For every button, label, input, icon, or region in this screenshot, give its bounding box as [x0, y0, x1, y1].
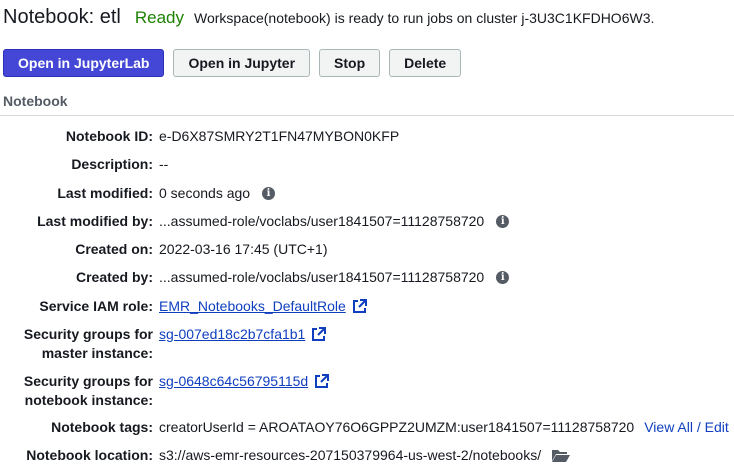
detail-row-sg-notebook: Security groups for notebook instance: s… [0, 372, 734, 410]
last-modified-value-wrap: 0 seconds ago i [159, 184, 276, 203]
detail-row-service-role: Service IAM role: EMR_Notebooks_DefaultR… [0, 297, 734, 316]
external-link-icon[interactable] [311, 327, 327, 342]
detail-row-created-by: Created by: ...assumed-role/voclabs/user… [0, 268, 734, 287]
page-header: Notebook: etl Ready Workspace(notebook) … [3, 6, 654, 36]
action-toolbar: Open in JupyterLab Open in Jupyter Stop … [3, 49, 462, 77]
location-value: s3://aws-emr-resources-207150379964-us-w… [159, 447, 542, 463]
sg-master-link[interactable]: sg-007ed18c2b7cfa1b1 [159, 325, 305, 344]
section-title: Notebook [3, 93, 68, 109]
detail-row-sg-master: Security groups for master instance: sg-… [0, 325, 734, 363]
detail-row-tags: Notebook tags: creatorUserId = AROATAOY7… [0, 418, 734, 437]
sg-notebook-label-line-1: Security groups for [23, 373, 153, 389]
tag-separator: / [693, 419, 705, 435]
detail-row-notebook-id: Notebook ID: e-D6X87SMRY2T1FN47MYBON0KFP [0, 127, 734, 146]
description-label: Description: [71, 156, 153, 172]
sg-master-value-wrap: sg-007ed18c2b7cfa1b1 [159, 325, 327, 363]
detail-row-last-modified-by: Last modified by: ...assumed-role/voclab… [0, 212, 734, 231]
stop-button[interactable]: Stop [319, 49, 381, 77]
service-role-value-wrap: EMR_Notebooks_DefaultRole [159, 297, 367, 316]
tags-value: creatorUserId = AROATAOY76O6GPPZ2UMZM:us… [159, 419, 635, 435]
description-value: -- [159, 156, 169, 172]
info-icon[interactable]: i [496, 215, 510, 228]
notebook-id-label: Notebook ID: [65, 128, 153, 144]
created-by-value-wrap: ...assumed-role/voclabs/user1841507=1112… [159, 268, 510, 287]
delete-button[interactable]: Delete [389, 49, 462, 77]
created-by-value: ...assumed-role/voclabs/user1841507=1112… [159, 269, 485, 285]
last-modified-by-value-wrap: ...assumed-role/voclabs/user1841507=1112… [159, 212, 510, 231]
sg-master-label: Security groups for master instance: [0, 325, 153, 363]
info-icon[interactable]: i [262, 187, 276, 200]
folder-open-icon[interactable] [551, 448, 571, 463]
sg-notebook-link[interactable]: sg-0648c64c56795115d [159, 372, 308, 391]
view-all-tags-link[interactable]: View All [644, 419, 693, 435]
detail-row-description: Description: -- [0, 155, 734, 174]
sg-notebook-label-line-2: notebook instance: [24, 392, 153, 408]
open-in-jupyter-button[interactable]: Open in Jupyter [173, 49, 311, 77]
location-value-wrap: s3://aws-emr-resources-207150379964-us-w… [159, 446, 571, 465]
tags-value-wrap: creatorUserId = AROATAOY76O6GPPZ2UMZM:us… [159, 418, 729, 437]
edit-tags-link[interactable]: Edit [705, 419, 729, 435]
status-message: Workspace(notebook) is ready to run jobs… [194, 10, 655, 26]
last-modified-value: 0 seconds ago [159, 185, 251, 201]
external-link-icon[interactable] [314, 374, 330, 389]
service-role-label: Service IAM role: [39, 298, 153, 314]
created-on-value: 2022-03-16 17:45 (UTC+1) [159, 241, 328, 257]
open-in-jupyterlab-button[interactable]: Open in JupyterLab [3, 49, 165, 77]
created-by-label: Created by: [75, 269, 153, 285]
created-on-label: Created on: [75, 241, 153, 257]
sg-master-label-line-1: Security groups for [23, 326, 153, 342]
service-role-link[interactable]: EMR_Notebooks_DefaultRole [159, 297, 346, 316]
tags-label: Notebook tags: [51, 419, 153, 435]
status-badge: Ready [134, 8, 184, 27]
sg-notebook-label: Security groups for notebook instance: [0, 372, 153, 410]
detail-row-location: Notebook location: s3://aws-emr-resource… [0, 446, 734, 465]
info-icon[interactable]: i [496, 271, 510, 284]
sg-master-label-line-2: master instance: [41, 345, 153, 361]
page-title: Notebook: etl [3, 6, 121, 28]
detail-row-created-on: Created on: 2022-03-16 17:45 (UTC+1) [0, 240, 734, 259]
sg-notebook-value-wrap: sg-0648c64c56795115d [159, 372, 330, 410]
detail-row-last-modified: Last modified: 0 seconds ago i [0, 184, 734, 203]
external-link-icon[interactable] [352, 299, 367, 314]
location-label: Notebook location: [26, 447, 153, 463]
last-modified-by-value: ...assumed-role/voclabs/user1841507=1112… [159, 213, 485, 229]
section-divider [0, 115, 734, 116]
last-modified-by-label: Last modified by: [37, 213, 153, 229]
tag-actions: View All / Edit [644, 418, 729, 437]
notebook-id-value: e-D6X87SMRY2T1FN47MYBON0KFP [159, 128, 400, 144]
last-modified-label: Last modified: [57, 185, 153, 201]
